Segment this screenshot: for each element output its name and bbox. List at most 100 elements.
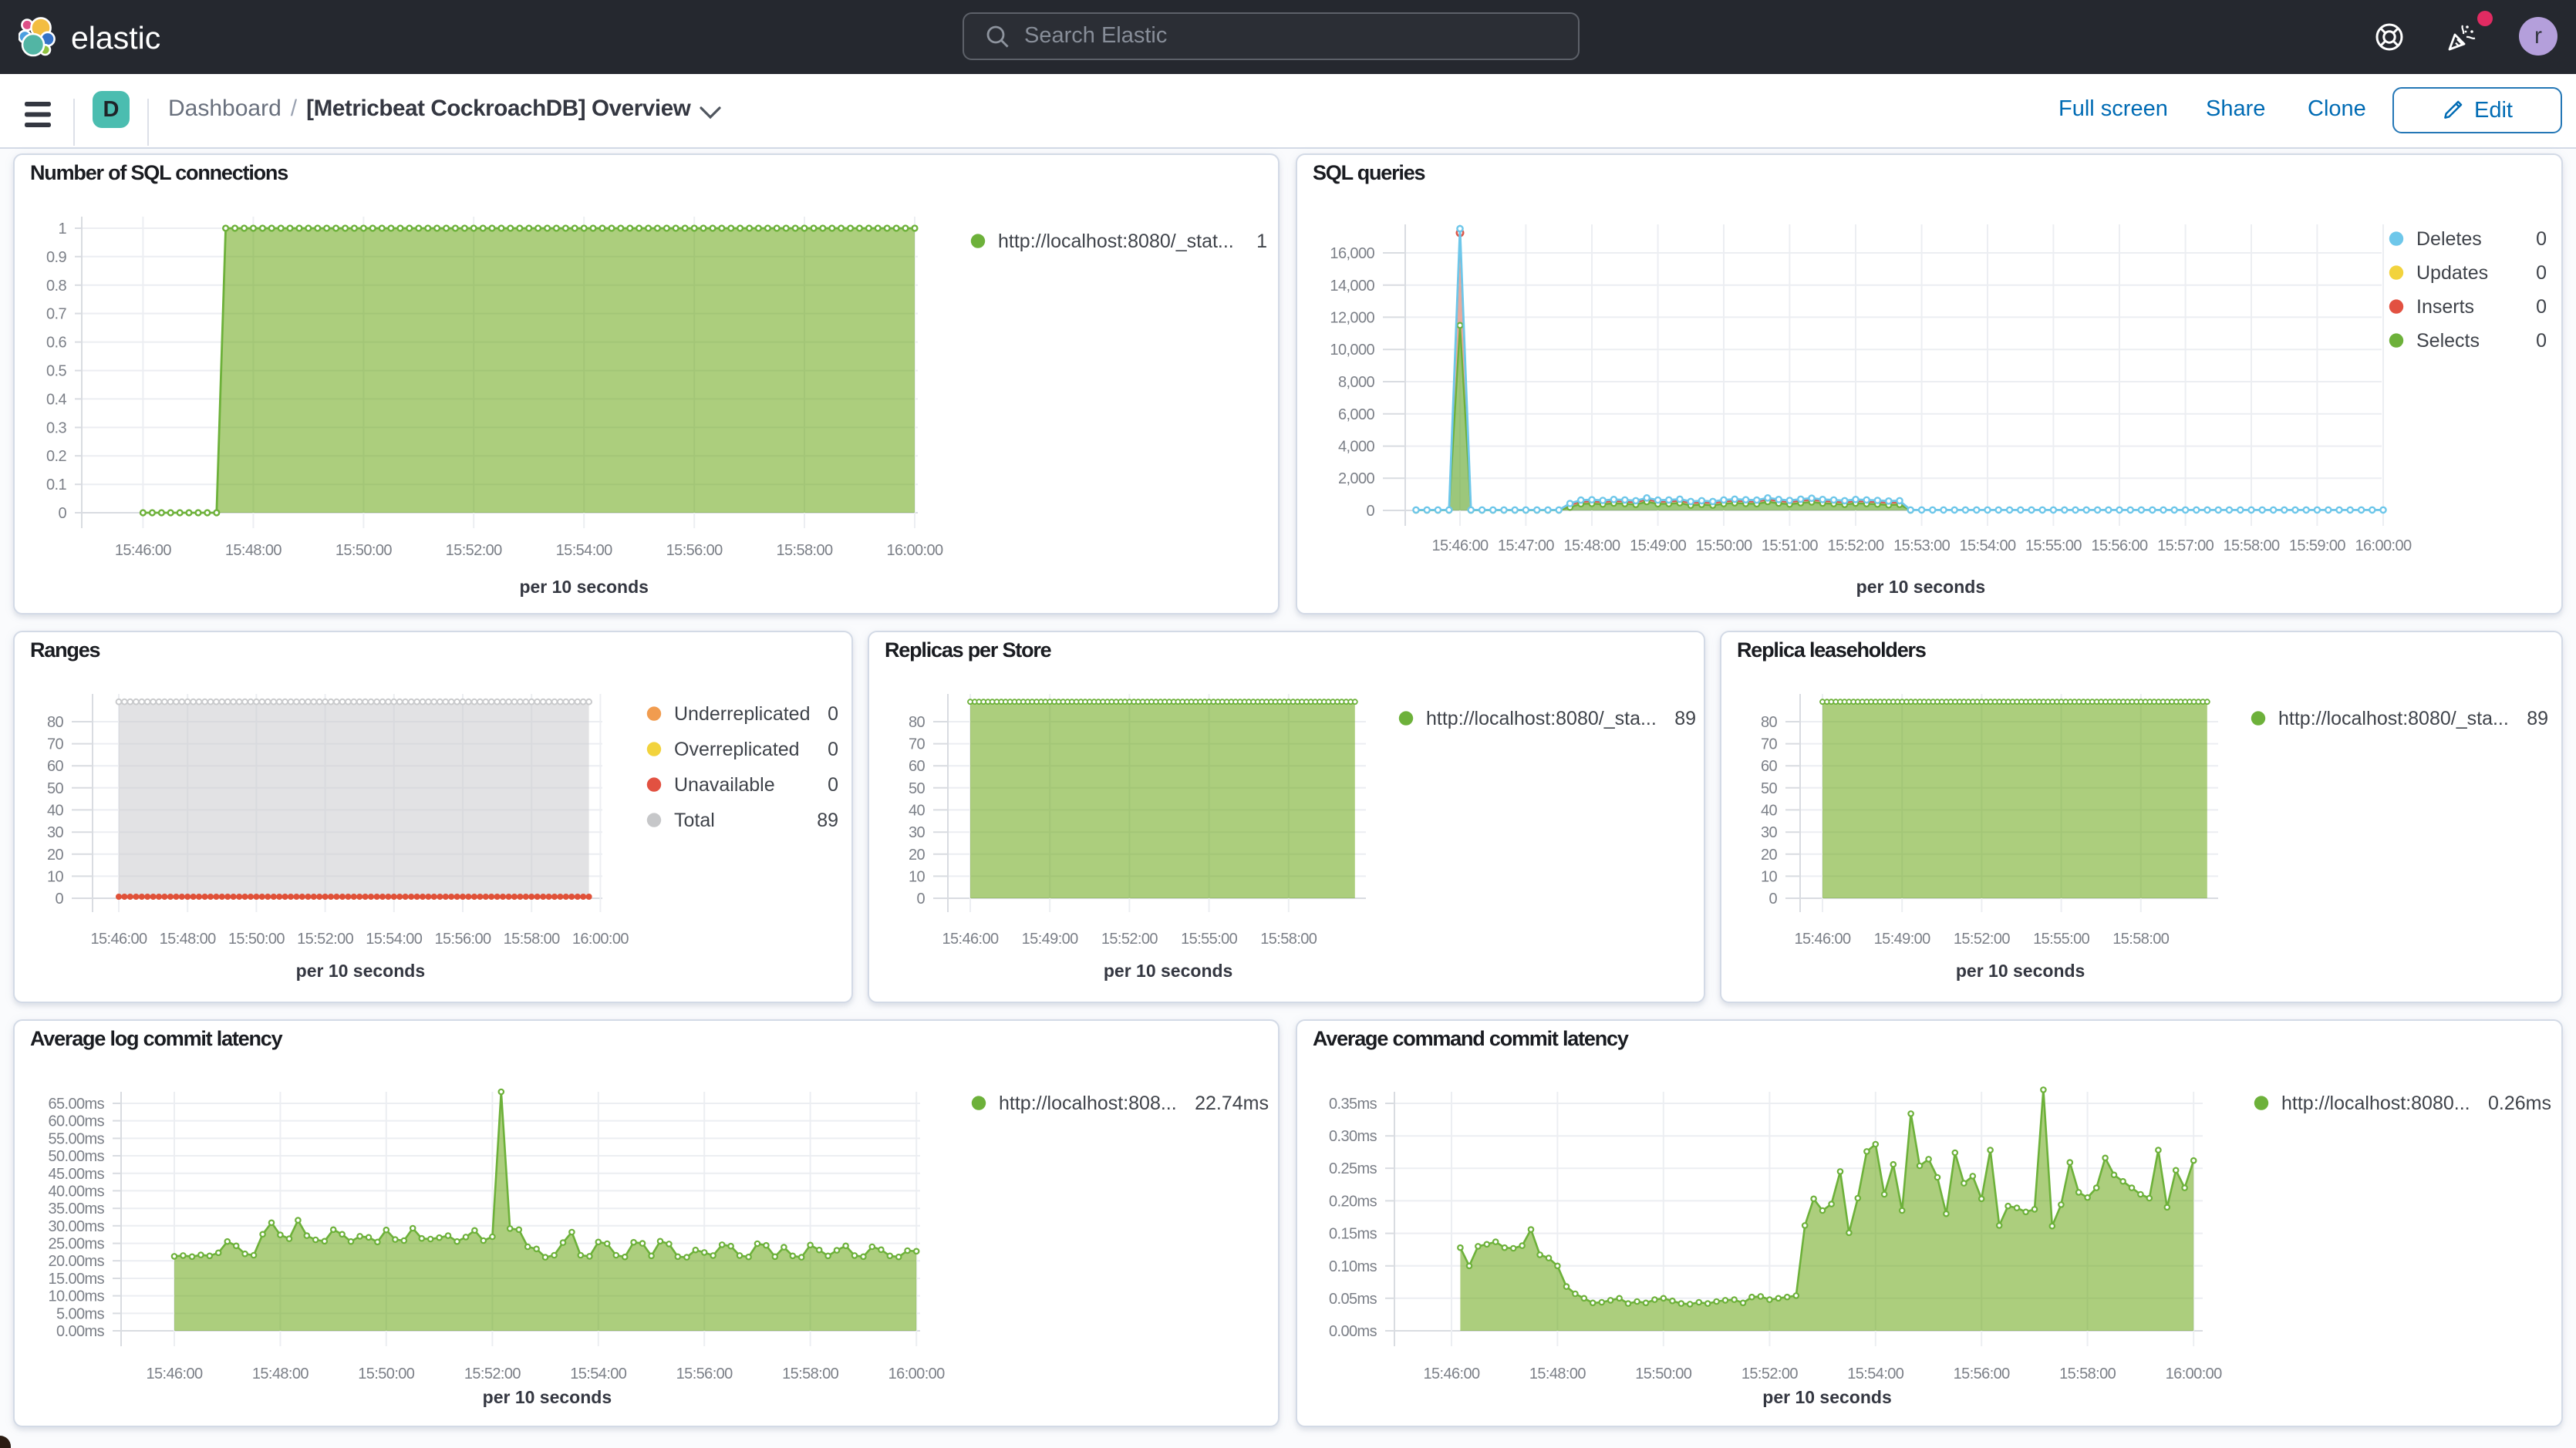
svg-text:15:52:00: 15:52:00 <box>297 931 354 948</box>
svg-text:0: 0 <box>916 891 925 908</box>
svg-text:15:50:00: 15:50:00 <box>335 542 393 559</box>
svg-text:20: 20 <box>47 847 64 864</box>
svg-text:15:55:00: 15:55:00 <box>1181 931 1238 948</box>
svg-text:15:50:00: 15:50:00 <box>1695 537 1752 554</box>
svg-text:0: 0 <box>2536 262 2547 284</box>
svg-text:Ranges: Ranges <box>30 638 100 662</box>
svg-text:0.26ms: 0.26ms <box>2488 1093 2551 1114</box>
svg-text:per 10 seconds: per 10 seconds <box>1762 1387 1891 1407</box>
svg-text:http://localhost:8080/_sta...: http://localhost:8080/_sta... <box>2278 708 2509 729</box>
svg-text:0: 0 <box>828 774 838 796</box>
svg-text:per 10 seconds: per 10 seconds <box>1956 961 2085 981</box>
svg-text:0: 0 <box>58 505 66 522</box>
svg-text:16:00:00: 16:00:00 <box>886 542 943 559</box>
svg-text:0.7: 0.7 <box>46 306 66 323</box>
svg-text:per 10 seconds: per 10 seconds <box>483 1387 612 1407</box>
svg-text:15:57:00: 15:57:00 <box>2157 537 2214 554</box>
svg-text:15.00ms: 15.00ms <box>48 1271 104 1288</box>
svg-text:15:46:00: 15:46:00 <box>1431 537 1489 554</box>
svg-text:0.35ms: 0.35ms <box>1329 1096 1377 1113</box>
svg-text:45.00ms: 45.00ms <box>48 1166 104 1183</box>
svg-text:55.00ms: 55.00ms <box>48 1130 104 1147</box>
svg-text:0.30ms: 0.30ms <box>1329 1128 1377 1145</box>
svg-text:0.00ms: 0.00ms <box>56 1323 105 1340</box>
svg-text:15:52:00: 15:52:00 <box>1741 1365 1799 1382</box>
svg-text:60: 60 <box>909 758 926 775</box>
svg-text:0.8: 0.8 <box>46 278 66 295</box>
svg-text:50.00ms: 50.00ms <box>48 1148 104 1165</box>
svg-text:15:50:00: 15:50:00 <box>358 1365 415 1382</box>
svg-text:0: 0 <box>2536 330 2547 352</box>
svg-text:0.5: 0.5 <box>46 362 66 379</box>
svg-text:15:48:00: 15:48:00 <box>1529 1365 1586 1382</box>
svg-text:http://localhost:8080/_stat...: http://localhost:8080/_stat... <box>998 231 1234 252</box>
svg-text:15:50:00: 15:50:00 <box>1635 1365 1692 1382</box>
svg-text:6,000: 6,000 <box>1338 406 1375 423</box>
svg-text:0: 0 <box>1768 891 1777 908</box>
svg-text:15:49:00: 15:49:00 <box>1630 537 1687 554</box>
svg-text:0.9: 0.9 <box>46 249 66 266</box>
svg-text:Number of SQL connections: Number of SQL connections <box>30 161 288 184</box>
svg-text:15:58:00: 15:58:00 <box>2112 931 2170 948</box>
svg-text:15:46:00: 15:46:00 <box>1423 1365 1480 1382</box>
svg-text:10,000: 10,000 <box>1330 342 1374 359</box>
svg-text:80: 80 <box>909 714 926 731</box>
svg-text:15:54:00: 15:54:00 <box>1959 537 2016 554</box>
svg-text:Overreplicated: Overreplicated <box>674 739 800 760</box>
svg-text:30: 30 <box>47 824 64 841</box>
svg-text:0: 0 <box>1366 503 1374 520</box>
svg-text:89: 89 <box>2527 708 2548 729</box>
svg-text:0: 0 <box>2536 296 2547 318</box>
svg-text:16:00:00: 16:00:00 <box>2355 537 2412 554</box>
svg-text:15:56:00: 15:56:00 <box>2091 537 2148 554</box>
svg-text:10: 10 <box>47 868 64 885</box>
svg-text:40.00ms: 40.00ms <box>48 1183 104 1200</box>
svg-text:12,000: 12,000 <box>1330 310 1374 327</box>
svg-text:15:56:00: 15:56:00 <box>1954 1365 2011 1382</box>
svg-text:15:54:00: 15:54:00 <box>366 931 423 948</box>
svg-text:15:48:00: 15:48:00 <box>160 931 217 948</box>
svg-text:8,000: 8,000 <box>1338 374 1375 391</box>
svg-text:0: 0 <box>2536 228 2547 250</box>
svg-text:22.74ms: 22.74ms <box>1195 1093 1269 1114</box>
svg-text:15:56:00: 15:56:00 <box>666 542 723 559</box>
svg-text:http://localhost:8080/_sta...: http://localhost:8080/_sta... <box>1426 708 1657 729</box>
svg-text:Replica leaseholders: Replica leaseholders <box>1737 638 1926 662</box>
svg-text:40: 40 <box>909 803 926 820</box>
svg-text:0: 0 <box>828 739 838 760</box>
svg-text:25.00ms: 25.00ms <box>48 1236 104 1253</box>
svg-text:15:52:00: 15:52:00 <box>1827 537 1884 554</box>
svg-text:60: 60 <box>1761 758 1778 775</box>
svg-text:89: 89 <box>1674 708 1696 729</box>
svg-text:Selects: Selects <box>2416 330 2480 352</box>
svg-text:15:52:00: 15:52:00 <box>446 542 503 559</box>
svg-text:Replicas per Store: Replicas per Store <box>885 638 1052 662</box>
svg-text:per 10 seconds: per 10 seconds <box>519 577 648 597</box>
svg-text:15:53:00: 15:53:00 <box>1893 537 1951 554</box>
svg-text:0.6: 0.6 <box>46 335 66 352</box>
svg-text:2,000: 2,000 <box>1338 470 1375 487</box>
svg-text:Average command commit latency: Average command commit latency <box>1313 1027 1629 1050</box>
svg-text:15:58:00: 15:58:00 <box>2223 537 2280 554</box>
svg-text:15:59:00: 15:59:00 <box>2289 537 2346 554</box>
svg-text:50: 50 <box>909 780 926 797</box>
svg-text:http://localhost:808...: http://localhost:808... <box>999 1093 1177 1114</box>
svg-text:0.15ms: 0.15ms <box>1329 1226 1377 1243</box>
svg-text:http://localhost:8080...: http://localhost:8080... <box>2281 1093 2470 1114</box>
svg-text:89: 89 <box>817 810 838 831</box>
svg-text:70: 70 <box>47 736 64 753</box>
svg-text:15:52:00: 15:52:00 <box>1954 931 2011 948</box>
svg-text:Average log commit latency: Average log commit latency <box>30 1027 283 1050</box>
svg-text:15:56:00: 15:56:00 <box>676 1365 733 1382</box>
svg-text:20: 20 <box>909 847 926 864</box>
svg-text:15:54:00: 15:54:00 <box>556 542 613 559</box>
svg-text:0.1: 0.1 <box>46 476 66 493</box>
svg-text:0: 0 <box>828 703 838 725</box>
svg-text:50: 50 <box>1761 780 1778 797</box>
svg-text:15:50:00: 15:50:00 <box>228 931 285 948</box>
svg-text:15:49:00: 15:49:00 <box>1022 931 1079 948</box>
svg-text:80: 80 <box>47 714 64 731</box>
svg-text:0.10ms: 0.10ms <box>1329 1258 1377 1275</box>
svg-text:10.00ms: 10.00ms <box>48 1288 104 1305</box>
svg-text:1: 1 <box>58 221 66 237</box>
